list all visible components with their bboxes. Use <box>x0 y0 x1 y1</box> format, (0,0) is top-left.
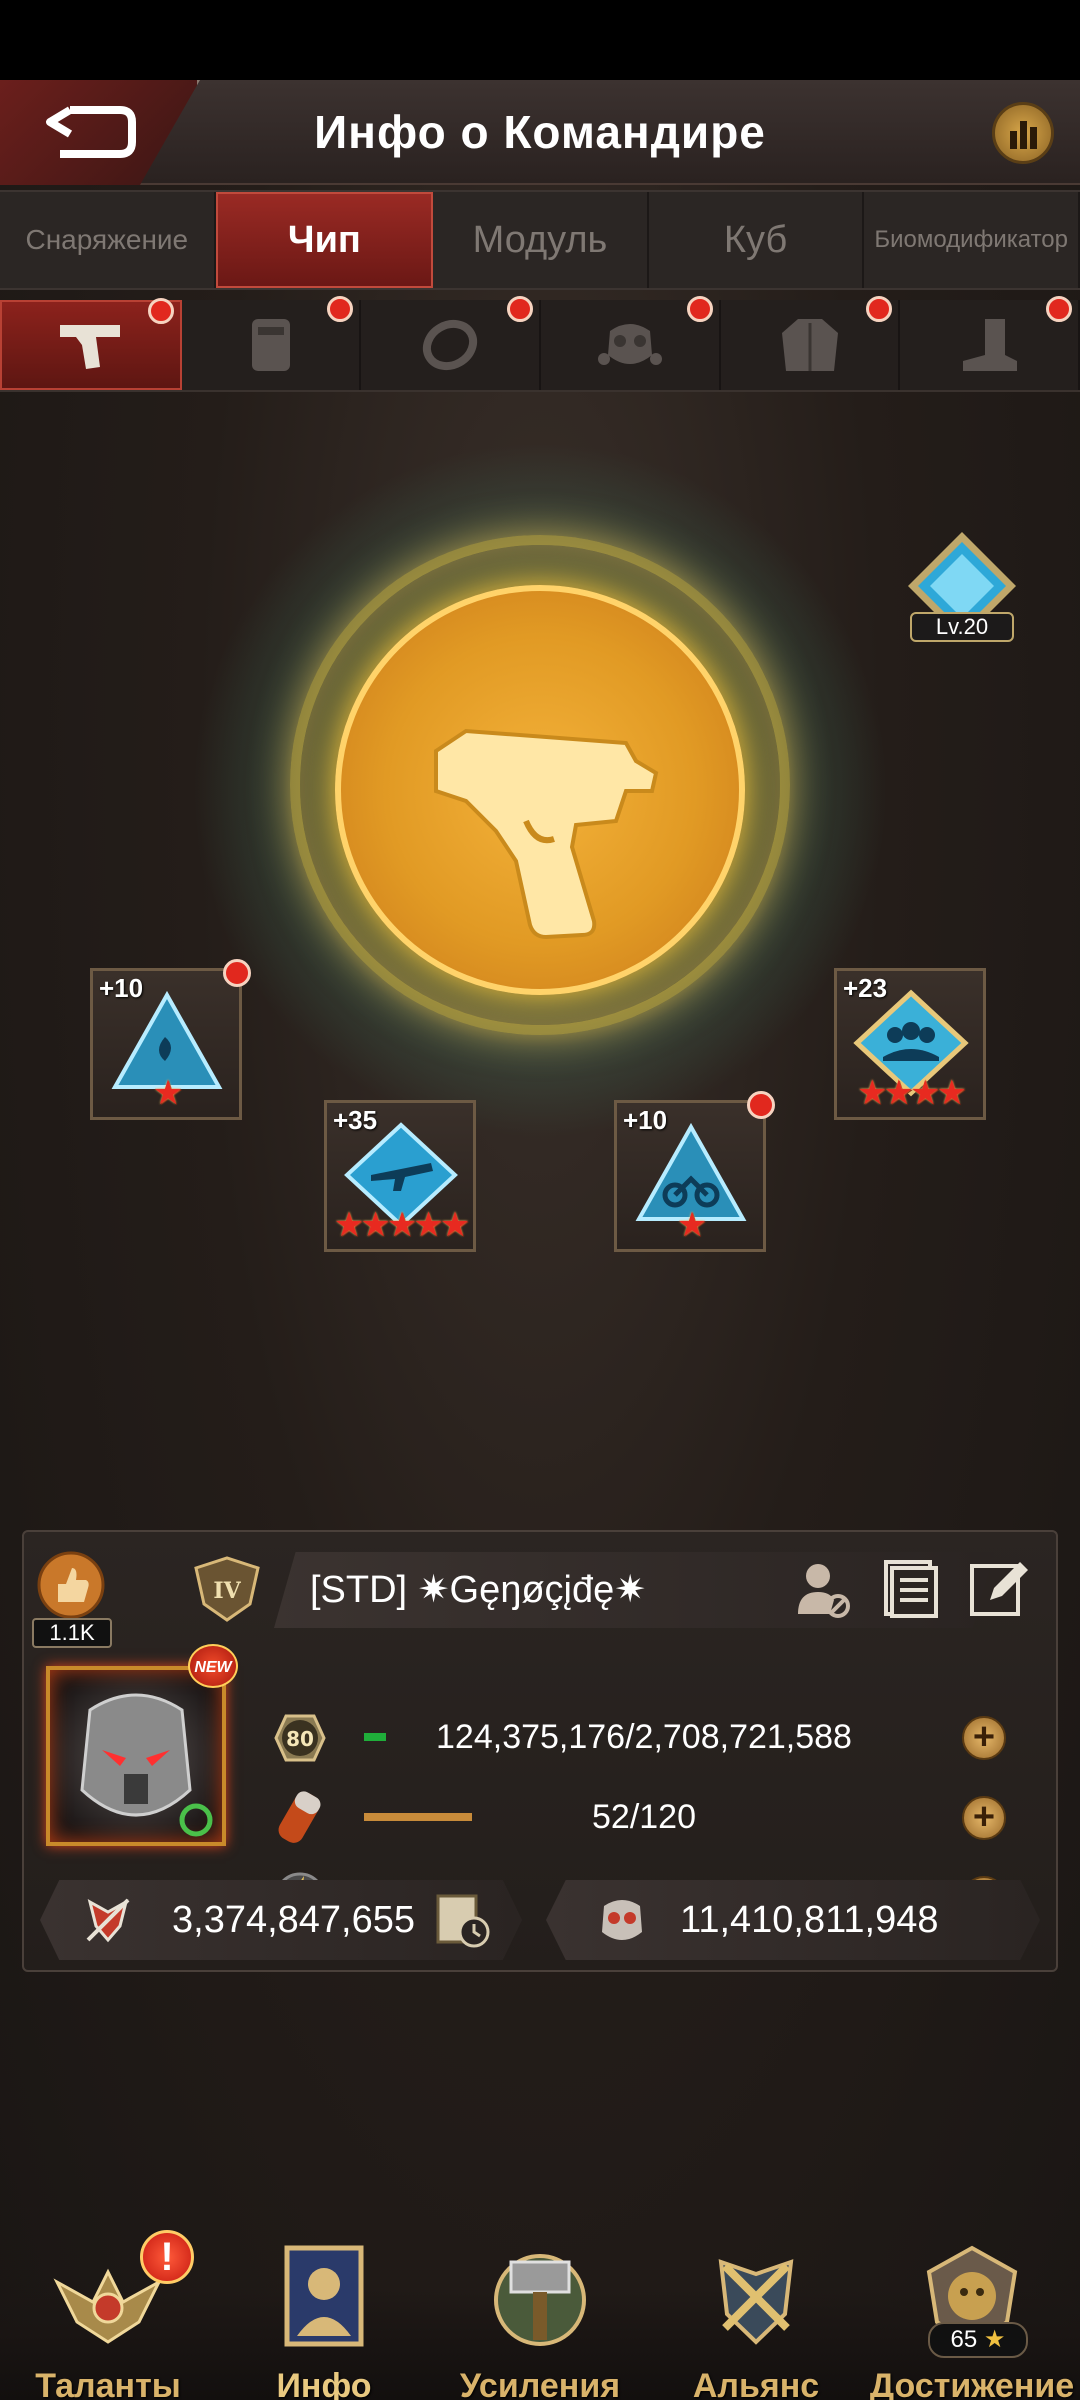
slot-jacket[interactable] <box>721 296 901 390</box>
boot-icon <box>963 319 1018 371</box>
star-icon: ★ <box>983 2326 1006 2353</box>
chip-star-rating: ★ <box>152 1074 183 1112</box>
rank-emblem-icon: IV <box>194 1556 260 1622</box>
slot-boot[interactable] <box>900 296 1080 390</box>
chip-slot-3[interactable]: +10 ★ <box>614 1091 775 1252</box>
add-exp-button[interactable]: + <box>962 1716 1006 1760</box>
exp-row: 80 124,375,176/2,708,721,588 + <box>254 1702 1054 1772</box>
bar-chart-icon <box>1010 121 1037 149</box>
power-history-icon <box>436 1894 490 1948</box>
info-icon <box>284 2245 364 2347</box>
chip-core[interactable] <box>335 585 745 995</box>
nav-label: Инфо <box>276 2367 372 2400</box>
tab-chip[interactable]: Чип <box>215 192 434 288</box>
stats-button[interactable] <box>992 102 1054 164</box>
notification-dot <box>686 296 713 322</box>
talents-alert-badge: ! <box>140 2230 194 2284</box>
category-tabs: Снаряжение Чип Модуль Куб Биомодификатор <box>0 190 1080 290</box>
document-list-icon[interactable] <box>878 1556 942 1620</box>
nav-boosts[interactable]: Усиления <box>432 2220 648 2400</box>
back-arrow-icon <box>46 106 136 158</box>
slot-pistol[interactable] <box>0 298 182 390</box>
profile-settings-icon[interactable] <box>790 1556 854 1620</box>
vest-icon <box>251 319 290 371</box>
equipment-slot-bar <box>0 296 1080 392</box>
commander-name: [STD] ✷Gęŋøçįđę✷ <box>310 1569 647 1611</box>
chip-enhance-level: +10 <box>99 973 144 1003</box>
nav-label: Усиления <box>459 2367 621 2400</box>
chip-star-rating: ★ <box>676 1206 707 1244</box>
chip-enhance-level: +23 <box>843 973 888 1003</box>
slot-vest[interactable] <box>182 296 362 390</box>
commander-avatar[interactable] <box>46 1666 226 1846</box>
notification-dot <box>223 959 251 987</box>
notification-dot <box>866 296 893 322</box>
pistol-icon <box>434 728 659 940</box>
kills-value: 11,410,811,948 <box>680 1899 939 1941</box>
power-value: 3,374,847,655 <box>172 1899 416 1941</box>
alliance-icon <box>718 2259 794 2345</box>
tab-cube[interactable]: Куб <box>649 192 865 288</box>
notification-dot <box>327 296 354 322</box>
notification-dot <box>507 296 534 322</box>
nav-label: Альянс <box>692 2367 820 2400</box>
gas-mask-icon <box>597 324 662 365</box>
tab-module[interactable]: Модуль <box>433 192 649 288</box>
like-count: 1.1K <box>32 1618 112 1648</box>
chip-slot-1[interactable]: +10 ★ <box>90 959 251 1120</box>
nav-alliance[interactable]: Альянс <box>648 2220 864 2400</box>
slot-ring[interactable] <box>361 296 542 390</box>
achievement-count-value: 65 <box>950 2326 978 2353</box>
chip-enhance-level: +35 <box>333 1105 378 1135</box>
boost-icon <box>494 2254 586 2346</box>
new-badge: NEW <box>188 1644 238 1688</box>
slot-gas-mask[interactable] <box>541 296 721 390</box>
chip-level-label: Lv.20 <box>910 612 1014 642</box>
chip-star-rating: ★★★★★ <box>333 1206 470 1244</box>
chip-slot-2[interactable]: +35 ★★★★★ <box>324 1100 476 1252</box>
header: Инфо о Командире <box>0 80 1080 185</box>
ring-icon <box>423 319 478 371</box>
power-box[interactable]: 3,374,847,655 <box>40 1880 522 1960</box>
stamina-row: 52/120 + <box>254 1782 1054 1852</box>
nav-achievement[interactable]: 65 ★ Достижение <box>864 2220 1080 2400</box>
chip-star-rating: ★★★★ <box>857 1074 967 1112</box>
thumbs-up-icon[interactable] <box>36 1550 106 1620</box>
jacket-icon <box>781 319 838 371</box>
notification-dot <box>1046 296 1073 322</box>
notification-dot <box>147 298 174 324</box>
svg-text:IV: IV <box>213 1578 241 1604</box>
back-button[interactable] <box>0 80 200 185</box>
nav-talents[interactable]: ! Таланты <box>0 2220 216 2400</box>
notification-dot <box>747 1091 775 1119</box>
tab-equipment[interactable]: Снаряжение <box>0 192 216 288</box>
tab-biomodifier[interactable]: Биомодификатор <box>864 192 1080 288</box>
achievement-count: 65 ★ <box>928 2322 1028 2358</box>
nav-label: Достижение <box>869 2367 1075 2400</box>
page-title: Инфо о Командире <box>314 106 766 158</box>
stamina-value: 52/120 <box>592 1798 696 1836</box>
level-badge-icon: 80 <box>274 1714 326 1762</box>
power-icon <box>86 1898 130 1943</box>
stamina-vial-icon <box>278 1791 321 1843</box>
chip-enhance-level: +10 <box>623 1105 668 1135</box>
add-stamina-button[interactable]: + <box>962 1796 1006 1840</box>
pistol-icon <box>59 325 120 369</box>
robot-helmet-icon <box>80 1693 213 1837</box>
kills-box[interactable]: 11,410,811,948 <box>546 1880 1040 1960</box>
exp-value: 124,375,176/2,708,721,588 <box>436 1718 852 1756</box>
nav-info[interactable]: Инфо <box>216 2220 432 2400</box>
nav-label: Таланты <box>35 2367 181 2400</box>
commander-info-screen: Инфо о Командире Снаряжение Чип Модуль К… <box>0 80 1080 2400</box>
svg-text:80: 80 <box>286 1727 314 1751</box>
edit-icon[interactable] <box>966 1556 1030 1620</box>
chip-slot-4[interactable]: +23 ★★★★ <box>834 968 986 1120</box>
kills-mask-icon <box>602 1900 642 1940</box>
